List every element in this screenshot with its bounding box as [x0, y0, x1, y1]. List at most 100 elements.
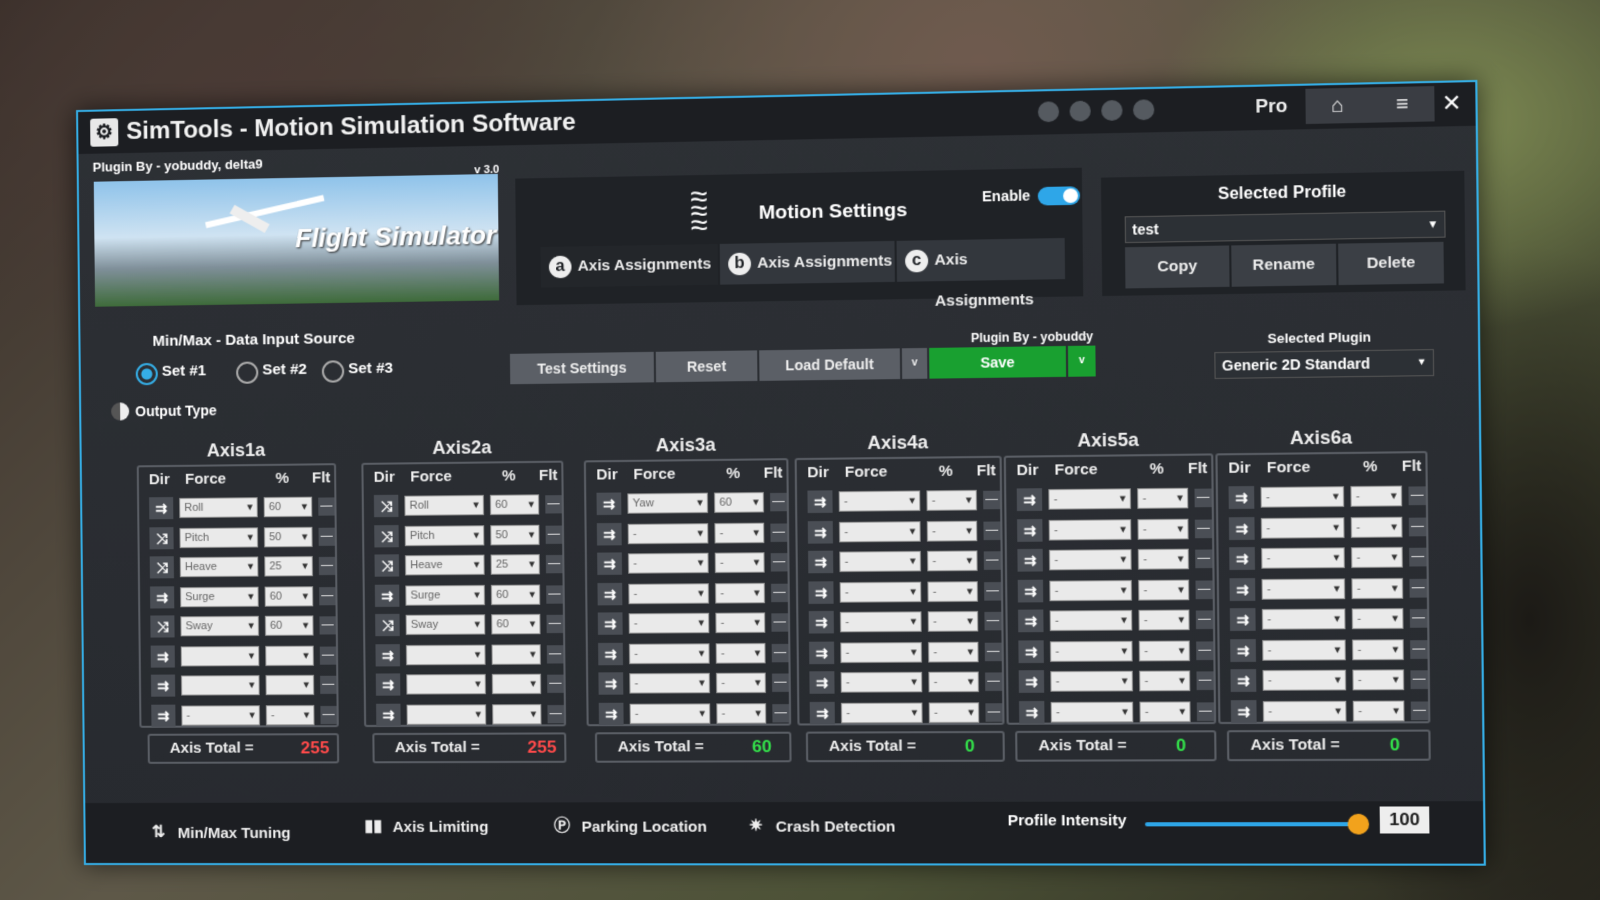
percent-select[interactable]: -	[714, 552, 765, 574]
force-select[interactable]	[405, 644, 486, 665]
plugin-select[interactable]: Generic 2D Standard ▾	[1214, 349, 1435, 379]
force-select[interactable]: -	[1048, 518, 1132, 541]
reset-button[interactable]: Reset	[655, 350, 758, 383]
filter-button[interactable]: —	[1195, 549, 1213, 569]
force-select[interactable]: Sway	[405, 614, 486, 636]
percent-select[interactable]: -	[265, 704, 315, 725]
filter-button[interactable]: —	[1194, 488, 1212, 508]
filter-button[interactable]: —	[770, 492, 787, 512]
percent-select[interactable]: -	[715, 642, 766, 664]
filter-button[interactable]: —	[984, 611, 1002, 631]
slider-thumb[interactable]	[1347, 813, 1370, 835]
force-select[interactable]: -	[628, 582, 710, 604]
force-select[interactable]: -	[840, 641, 922, 663]
force-select[interactable]: -	[629, 672, 710, 694]
percent-select[interactable]: -	[1350, 516, 1403, 538]
force-select[interactable]: -	[1048, 549, 1132, 571]
percent-select[interactable]: -	[1139, 670, 1191, 692]
axis-limiting-button[interactable]: ▮▮ Axis Limiting	[362, 818, 488, 836]
percent-select[interactable]: -	[1137, 548, 1189, 570]
radio-set-3[interactable]: Set #3	[322, 360, 393, 378]
forward-direction-icon[interactable]: ⇉	[1229, 577, 1256, 601]
percent-select[interactable]: 60	[490, 584, 541, 605]
percent-select[interactable]: -	[1138, 579, 1190, 601]
filter-button[interactable]: —	[1408, 486, 1426, 506]
forward-direction-icon[interactable]: ⇉	[374, 584, 400, 607]
filter-button[interactable]: —	[1196, 671, 1214, 691]
percent-select[interactable]: 60	[714, 492, 765, 513]
percent-select[interactable]: -	[1137, 518, 1189, 540]
filter-button[interactable]: —	[1409, 608, 1428, 628]
force-select[interactable]: -	[181, 704, 260, 726]
forward-direction-icon[interactable]: ⇉	[809, 701, 835, 724]
filter-button[interactable]: —	[772, 703, 790, 723]
force-select[interactable]: -	[838, 490, 921, 512]
percent-select[interactable]: 60	[491, 613, 541, 635]
enable-toggle[interactable]	[1037, 186, 1081, 206]
filter-button[interactable]: —	[318, 497, 335, 516]
crash-detection-button[interactable]: ✷ Crash Detection	[744, 817, 896, 835]
force-select[interactable]: -	[1260, 486, 1345, 508]
percent-select[interactable]: -	[927, 550, 978, 572]
force-select[interactable]: -	[1262, 669, 1347, 691]
shuffle-direction-icon[interactable]: ⤨	[149, 556, 174, 579]
filter-button[interactable]: —	[771, 673, 789, 692]
forward-direction-icon[interactable]: ⇉	[597, 582, 623, 605]
forward-direction-icon[interactable]: ⇉	[809, 641, 835, 664]
percent-select[interactable]: -	[927, 580, 978, 602]
gear-icon[interactable]	[1069, 100, 1091, 122]
percent-select[interactable]: -	[926, 489, 977, 511]
force-select[interactable]: Pitch	[179, 526, 259, 548]
forward-direction-icon[interactable]: ⇉	[597, 612, 623, 635]
load-default-dropdown-button[interactable]: v	[901, 347, 928, 380]
filter-button[interactable]: —	[770, 553, 788, 572]
force-select[interactable]: -	[1261, 608, 1346, 630]
force-select[interactable]: -	[1050, 670, 1133, 692]
forward-direction-icon[interactable]: ⇉	[1018, 700, 1045, 724]
filter-button[interactable]: —	[984, 581, 1002, 601]
percent-select[interactable]: -	[716, 702, 767, 724]
force-select[interactable]: -	[628, 552, 709, 574]
tab-axis-assignments-c[interactable]: c Axis Assignments	[896, 237, 1066, 310]
force-select[interactable]: -	[1262, 700, 1347, 722]
filter-button[interactable]: —	[1410, 639, 1428, 659]
percent-select[interactable]	[492, 703, 542, 725]
filter-button[interactable]: —	[318, 556, 336, 576]
force-select[interactable]: -	[629, 702, 711, 724]
output-type-button[interactable]: Output Type	[111, 402, 217, 419]
force-select[interactable]	[406, 703, 487, 725]
forward-direction-icon[interactable]: ⇉	[1018, 670, 1045, 693]
forward-direction-icon[interactable]: ⇉	[1228, 486, 1255, 510]
save-button[interactable]: Save	[929, 345, 1067, 379]
force-select[interactable]: -	[839, 611, 922, 633]
forward-direction-icon[interactable]: ⇉	[597, 552, 623, 575]
forward-direction-icon[interactable]: ⇉	[1017, 518, 1043, 542]
filter-button[interactable]: —	[1408, 517, 1427, 536]
force-select[interactable]: -	[1048, 488, 1132, 510]
percent-select[interactable]: 60	[264, 615, 314, 636]
force-select[interactable]: -	[1262, 639, 1346, 661]
forward-direction-icon[interactable]: ⇉	[598, 672, 624, 695]
filter-button[interactable]: —	[320, 675, 337, 694]
filter-button[interactable]: —	[985, 702, 1003, 722]
filter-button[interactable]: —	[1194, 519, 1213, 538]
power-icon[interactable]	[1132, 99, 1155, 121]
forward-direction-icon[interactable]: ⇉	[808, 550, 834, 574]
filter-button[interactable]: —	[546, 644, 564, 664]
filter-button[interactable]: —	[1410, 670, 1428, 690]
arrow-up-icon[interactable]	[1037, 101, 1060, 123]
force-select[interactable]: Pitch	[404, 524, 485, 546]
forward-direction-icon[interactable]: ⇉	[1018, 609, 1044, 633]
filter-button[interactable]: —	[983, 490, 1001, 510]
percent-select[interactable]: -	[928, 671, 979, 693]
percent-select[interactable]	[265, 674, 315, 696]
percent-select[interactable]: 25	[490, 554, 540, 575]
forward-direction-icon[interactable]: ⇉	[1228, 516, 1255, 540]
force-select[interactable]: Sway	[180, 615, 260, 637]
forward-direction-icon[interactable]: ⇉	[150, 674, 176, 697]
shuffle-direction-icon[interactable]: ⤨	[374, 524, 399, 547]
percent-select[interactable]: -	[1350, 485, 1403, 507]
forward-direction-icon[interactable]: ⇉	[375, 673, 401, 696]
forward-direction-icon[interactable]: ⇉	[596, 522, 622, 546]
filter-button[interactable]: —	[320, 705, 337, 724]
